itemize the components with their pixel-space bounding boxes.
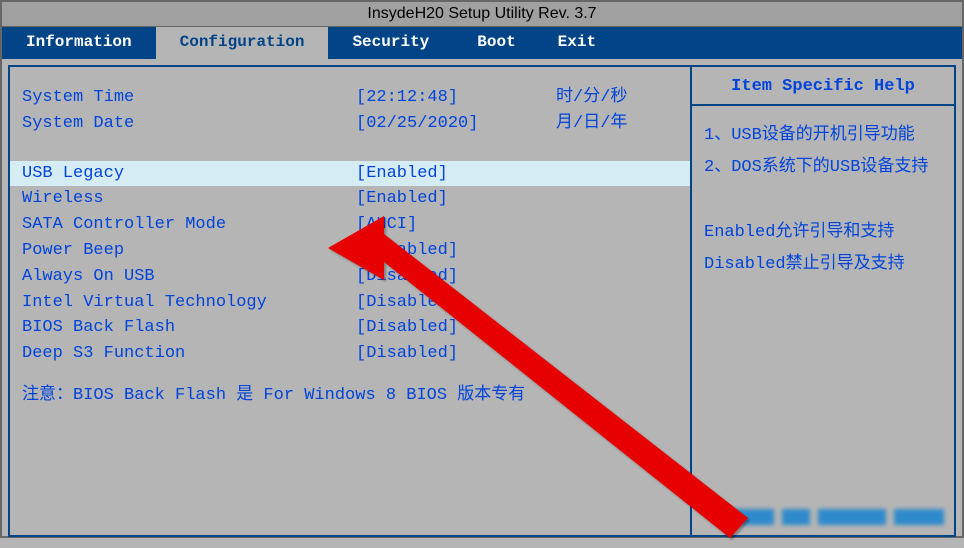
- setting-hint: 时/分/秒: [556, 86, 678, 110]
- setting-value: [Disabled]: [356, 291, 556, 315]
- setting-value: [Disabled]: [356, 342, 556, 366]
- title-bar: InsydeH20 Setup Utility Rev. 3.7: [2, 2, 962, 27]
- setting-hint: 月/日/年: [556, 112, 678, 136]
- tab-information[interactable]: Information: [2, 27, 156, 59]
- setting-label: SATA Controller Mode: [22, 213, 356, 237]
- setting-bios-back-flash[interactable]: BIOS Back Flash [Disabled]: [10, 315, 690, 341]
- setting-label: Wireless: [22, 187, 356, 211]
- setting-label: Power Beep: [22, 239, 356, 263]
- setting-value: [22:12:48]: [356, 86, 556, 110]
- help-body: 1、USB设备的开机引导功能 2、DOS系统下的USB设备支持 Enabled允…: [692, 106, 954, 295]
- setting-wireless[interactable]: Wireless [Enabled]: [10, 186, 690, 212]
- setting-label: Intel Virtual Technology: [22, 291, 356, 315]
- tab-exit[interactable]: Exit: [540, 27, 614, 59]
- tab-bar: Information Configuration Security Boot …: [2, 27, 962, 59]
- setting-value: [Disabled]: [356, 265, 556, 289]
- bios-window: InsydeH20 Setup Utility Rev. 3.7 Informa…: [0, 0, 964, 538]
- setting-power-beep[interactable]: Power Beep [Disabled]: [10, 238, 690, 264]
- setting-system-time[interactable]: System Time [22:12:48] 时/分/秒: [10, 85, 690, 111]
- setting-label: BIOS Back Flash: [22, 316, 356, 340]
- window-title: InsydeH20 Setup Utility Rev. 3.7: [367, 5, 596, 22]
- help-header: Item Specific Help: [692, 67, 954, 106]
- help-enabled: Enabled允许引导和支持: [704, 217, 942, 249]
- setting-system-date[interactable]: System Date [02/25/2020] 月/日/年: [10, 111, 690, 137]
- setting-value: [Disabled]: [356, 316, 556, 340]
- help-disabled: Disabled禁止引导及支持: [704, 249, 942, 281]
- setting-always-on-usb[interactable]: Always On USB [Disabled]: [10, 264, 690, 290]
- setting-value: [Enabled]: [356, 162, 556, 186]
- setting-label: Always On USB: [22, 265, 356, 289]
- setting-label: Deep S3 Function: [22, 342, 356, 366]
- setting-label: System Date: [22, 112, 356, 136]
- setting-deep-s3[interactable]: Deep S3 Function [Disabled]: [10, 341, 690, 367]
- tab-configuration[interactable]: Configuration: [156, 27, 329, 59]
- setting-value: [Disabled]: [356, 239, 556, 263]
- main-panel: System Time [22:12:48] 时/分/秒 System Date…: [8, 65, 692, 537]
- setting-value: [Enabled]: [356, 187, 556, 211]
- help-panel: Item Specific Help 1、USB设备的开机引导功能 2、DOS系…: [692, 65, 956, 537]
- tab-security[interactable]: Security: [328, 27, 453, 59]
- setting-value: [AHCI]: [356, 213, 556, 237]
- tab-boot[interactable]: Boot: [453, 27, 539, 59]
- setting-usb-legacy[interactable]: USB Legacy [Enabled]: [10, 161, 690, 187]
- setting-intel-vt[interactable]: Intel Virtual Technology [Disabled]: [10, 290, 690, 316]
- blurred-region: [692, 295, 954, 535]
- setting-label: System Time: [22, 86, 356, 110]
- help-item-2: 2、DOS系统下的USB设备支持: [704, 152, 942, 184]
- setting-sata-mode[interactable]: SATA Controller Mode [AHCI]: [10, 212, 690, 238]
- setting-value: [02/25/2020]: [356, 112, 556, 136]
- setting-label: USB Legacy: [22, 162, 356, 186]
- help-item-1: 1、USB设备的开机引导功能: [704, 120, 942, 152]
- content-area: System Time [22:12:48] 时/分/秒 System Date…: [8, 65, 956, 537]
- note-text: 注意：BIOS Back Flash 是 For Windows 8 BIOS …: [10, 367, 690, 409]
